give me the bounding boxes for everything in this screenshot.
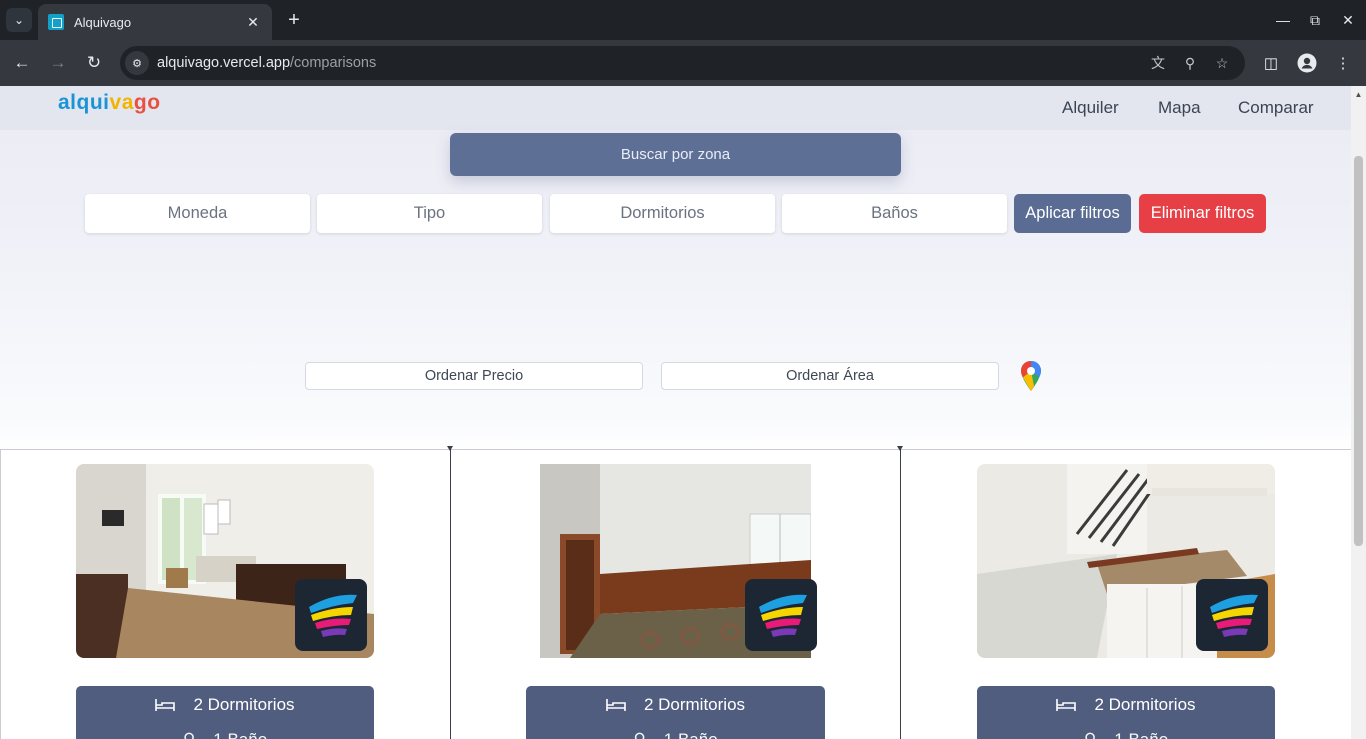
back-button[interactable]: ← (9, 50, 35, 76)
search-by-zone-button[interactable]: Buscar por zona (450, 133, 901, 176)
apply-filters-button[interactable]: Aplicar filtros (1014, 194, 1131, 233)
listing-bedrooms: 2 Dormitorios (643, 695, 746, 714)
zoom-icon[interactable]: ⚲ (1178, 51, 1202, 75)
map-pin-icon[interactable] (1019, 360, 1043, 392)
listing-photo[interactable] (76, 464, 374, 658)
tab-title: Alquivago (74, 14, 132, 30)
nav-mapa[interactable]: Mapa (1158, 98, 1201, 118)
browser-tabstrip: ⌄ Alquivago ✕ + — ⧉ ✕ (0, 0, 1366, 40)
browser-tab[interactable]: Alquivago ✕ (38, 4, 272, 40)
site-logo[interactable]: alquivago (58, 91, 161, 115)
provider-logo-icon (295, 579, 367, 651)
sort-price-button[interactable]: Ordenar Precio (305, 362, 643, 390)
clear-filters-button[interactable]: Eliminar filtros (1139, 194, 1266, 233)
restore-button[interactable]: ⧉ (1303, 8, 1327, 32)
minimize-button[interactable]: — (1271, 8, 1295, 32)
scroll-up-icon[interactable]: ▲ (1354, 90, 1363, 99)
browser-toolbar: ← → ↻ ⚙ alquivago.vercel.app /comparison… (0, 40, 1366, 86)
site-info-icon[interactable]: ⚙ (125, 51, 149, 75)
listing-bathrooms: 1 Baño (1114, 730, 1168, 739)
bath-icon: ⚲ (633, 730, 645, 739)
url-host: alquivago.vercel.app (157, 55, 291, 71)
address-bar[interactable]: ⚙ alquivago.vercel.app /comparisons 文 ⚲ … (120, 46, 1245, 80)
listing-info-bar: 2 Dormitorios ⚲ 1 Baño (76, 686, 374, 739)
bed-icon (1056, 699, 1077, 711)
new-tab-button[interactable]: + (282, 8, 306, 32)
listing-bedrooms: 2 Dormitorios (1094, 695, 1196, 714)
forward-button[interactable]: → (45, 50, 71, 76)
column-divider (897, 446, 903, 739)
close-tab-icon[interactable]: ✕ (244, 14, 262, 31)
provider-logo-icon (1196, 579, 1268, 651)
reload-button[interactable]: ↻ (81, 50, 107, 76)
listing-info-bar: 2 Dormitorios ⚲ 1 Baño (526, 686, 825, 739)
side-panel-icon[interactable]: ◫ (1258, 50, 1284, 76)
site-header: alquivago Alquiler Mapa Comparar (0, 86, 1351, 130)
nav-alquiler[interactable]: Alquiler (1062, 98, 1119, 118)
scroll-thumb[interactable] (1354, 156, 1363, 546)
filter-currency[interactable]: Moneda (85, 194, 310, 233)
provider-logo-icon (745, 579, 817, 651)
favicon-icon (48, 14, 64, 30)
listing-info-bar: 2 Dormitorios ⚲ 1 Baño (977, 686, 1275, 739)
listing-photo[interactable] (977, 464, 1275, 658)
column-divider (447, 446, 453, 739)
browser-menu-icon[interactable]: ⋮ (1330, 50, 1356, 76)
page-viewport: alquivago Alquiler Mapa Comparar Buscar … (0, 86, 1351, 739)
bookmark-star-icon[interactable]: ☆ (1210, 51, 1234, 75)
close-window-button[interactable]: ✕ (1336, 8, 1360, 32)
filter-bedrooms[interactable]: Dormitorios (550, 194, 775, 233)
nav-comparar[interactable]: Comparar (1238, 98, 1314, 118)
tab-search-button[interactable]: ⌄ (6, 8, 32, 32)
bed-icon (155, 699, 176, 711)
filter-type[interactable]: Tipo (317, 194, 542, 233)
bath-icon: ⚲ (1084, 730, 1096, 739)
translate-icon[interactable]: 文 (1146, 51, 1170, 75)
listing-bedrooms: 2 Dormitorios (193, 695, 295, 714)
filter-bathrooms[interactable]: Baños (782, 194, 1007, 233)
url-path: /comparisons (290, 55, 377, 71)
page-scrollbar[interactable]: ▲ (1351, 86, 1366, 739)
listing-bathrooms: 1 Baño (664, 730, 718, 739)
listing-bathrooms: 1 Baño (213, 730, 267, 739)
sort-area-button[interactable]: Ordenar Área (661, 362, 999, 390)
bed-icon (606, 699, 626, 711)
bath-icon: ⚲ (183, 730, 195, 739)
profile-icon[interactable] (1294, 50, 1320, 76)
column-divider (0, 449, 1, 739)
